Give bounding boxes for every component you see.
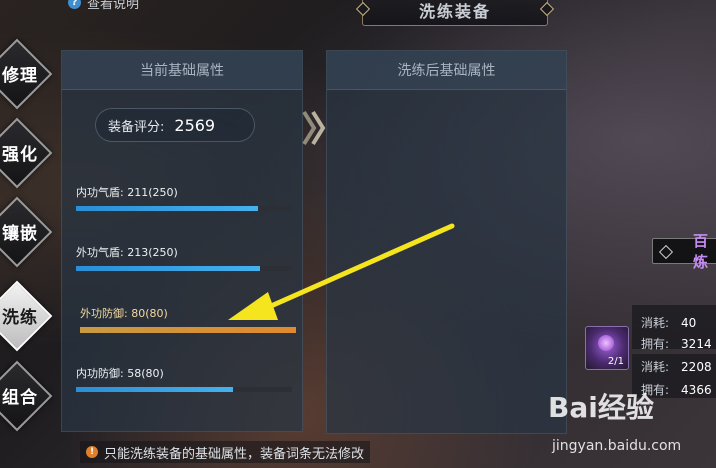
- cost-value: 40: [681, 316, 697, 330]
- cost-row: 拥有: 3214: [641, 335, 712, 352]
- refine-notice-text: 只能洗练装备的基础属性，装备词条无法修改: [104, 446, 365, 462]
- cost-row: 消耗: 2208: [641, 358, 712, 375]
- refine-material-slot[interactable]: 2/1: [585, 326, 629, 370]
- cost-value: 4366: [681, 383, 712, 397]
- cost-value: 3214: [681, 337, 712, 351]
- material-count: 2/1: [607, 356, 624, 367]
- cost-label: 消耗:: [641, 360, 670, 374]
- watermark-url: jingyan.baidu.com: [552, 438, 682, 454]
- cost-label: 拥有:: [641, 337, 670, 351]
- cost-row: 消耗: 40: [641, 314, 696, 331]
- refine-item-tag: 百炼: [652, 232, 716, 271]
- cost-label: 消耗:: [641, 316, 670, 330]
- refine-item-tag-label: 百炼: [693, 232, 709, 271]
- refine-notice: ! 只能洗练装备的基础属性，装备词条无法修改: [80, 441, 371, 463]
- warning-icon: !: [86, 446, 98, 458]
- diamond-ornament-icon: [658, 244, 674, 260]
- cost-value: 2208: [681, 360, 712, 374]
- baidu-watermark: Bai经验: [548, 386, 654, 426]
- gem-icon: [598, 335, 614, 351]
- watermark-text: Bai经验: [548, 391, 654, 424]
